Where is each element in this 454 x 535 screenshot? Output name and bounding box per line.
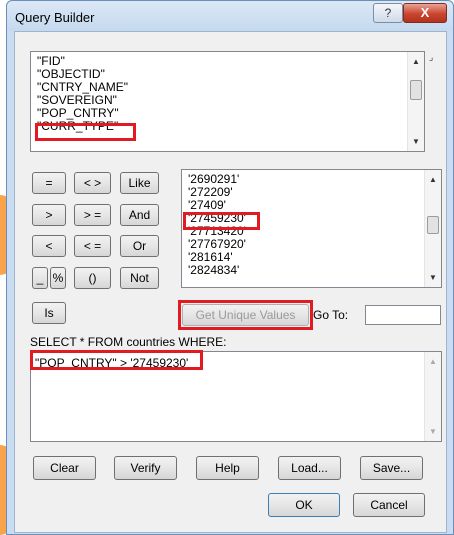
fields-scrollbar[interactable]: ▲ ▼ [407, 52, 424, 151]
like-button[interactable]: Like [120, 172, 159, 194]
scroll-up-icon[interactable]: ▲ [412, 57, 420, 66]
field-item[interactable]: "CNTRY_NAME" [37, 80, 128, 94]
scroll-down-icon[interactable]: ▼ [412, 137, 420, 146]
value-item[interactable]: '281614' [188, 250, 233, 264]
values-scrollbar[interactable]: ▲ ▼ [424, 170, 441, 287]
percent-button[interactable]: % [50, 267, 66, 289]
ok-button[interactable]: OK [268, 493, 340, 517]
expression-highlight [30, 350, 203, 370]
close-button[interactable]: X [403, 3, 447, 23]
cancel-button[interactable]: Cancel [353, 493, 425, 517]
scroll-down-icon[interactable]: ▼ [429, 427, 437, 436]
value-item[interactable]: '2690291' [188, 172, 239, 186]
goto-input[interactable] [365, 305, 441, 325]
dialog-client-area: "FID" "OBJECTID" "CNTRY_NAME" "SOVEREIGN… [14, 31, 447, 533]
not-button[interactable]: Not [120, 267, 159, 289]
field-item[interactable]: "OBJECTID" [37, 67, 105, 81]
field-item-selected[interactable]: "POP_CNTRY" [37, 106, 119, 120]
scroll-down-icon[interactable]: ▼ [429, 273, 437, 282]
less-equal-button[interactable]: < = [74, 235, 111, 257]
get-unique-values-highlight [178, 300, 313, 330]
greater-equal-button[interactable]: > = [74, 204, 111, 226]
verify-button[interactable]: Verify [114, 456, 177, 480]
query-builder-window: Query Builder ? X "FID" "OBJECTID" "CNTR… [6, 0, 454, 535]
underscore-button[interactable]: _ [32, 267, 48, 289]
save-button[interactable]: Save... [360, 456, 423, 480]
parentheses-button[interactable]: () [74, 267, 111, 289]
help-title-button[interactable]: ? [373, 3, 403, 23]
greater-than-button[interactable]: > [32, 204, 66, 226]
not-equal-button[interactable]: < > [74, 172, 111, 194]
less-than-button[interactable]: < [32, 235, 66, 257]
field-highlight [35, 123, 136, 141]
load-button[interactable]: Load... [278, 456, 341, 480]
where-scrollbar[interactable]: ▲ ▼ [424, 352, 441, 441]
field-item[interactable]: "FID" [37, 54, 65, 68]
and-button[interactable]: And [120, 204, 159, 226]
where-clause-label: SELECT * FROM countries WHERE: [30, 335, 227, 349]
is-button[interactable]: Is [32, 302, 66, 324]
scroll-thumb[interactable] [427, 216, 439, 234]
value-highlight [183, 212, 260, 230]
resize-grip-icon[interactable]: ⌟ [429, 52, 433, 63]
field-item[interactable]: "SOVEREIGN" [37, 93, 117, 107]
or-button[interactable]: Or [120, 235, 159, 257]
title-bar: Query Builder ? X [7, 1, 453, 31]
scroll-up-icon[interactable]: ▲ [429, 175, 437, 184]
scroll-up-icon[interactable]: ▲ [429, 357, 437, 366]
window-title: Query Builder [15, 10, 95, 25]
value-item[interactable]: '272209' [188, 185, 233, 199]
goto-label: Go To: [313, 308, 349, 322]
clear-button[interactable]: Clear [33, 456, 96, 480]
value-item[interactable]: '27409' [188, 198, 226, 212]
scroll-thumb[interactable] [410, 80, 422, 100]
help-button[interactable]: Help [196, 456, 259, 480]
value-item[interactable]: '2824834' [188, 263, 239, 277]
value-item[interactable]: '27767920' [188, 237, 246, 251]
equals-button[interactable]: = [32, 172, 66, 194]
